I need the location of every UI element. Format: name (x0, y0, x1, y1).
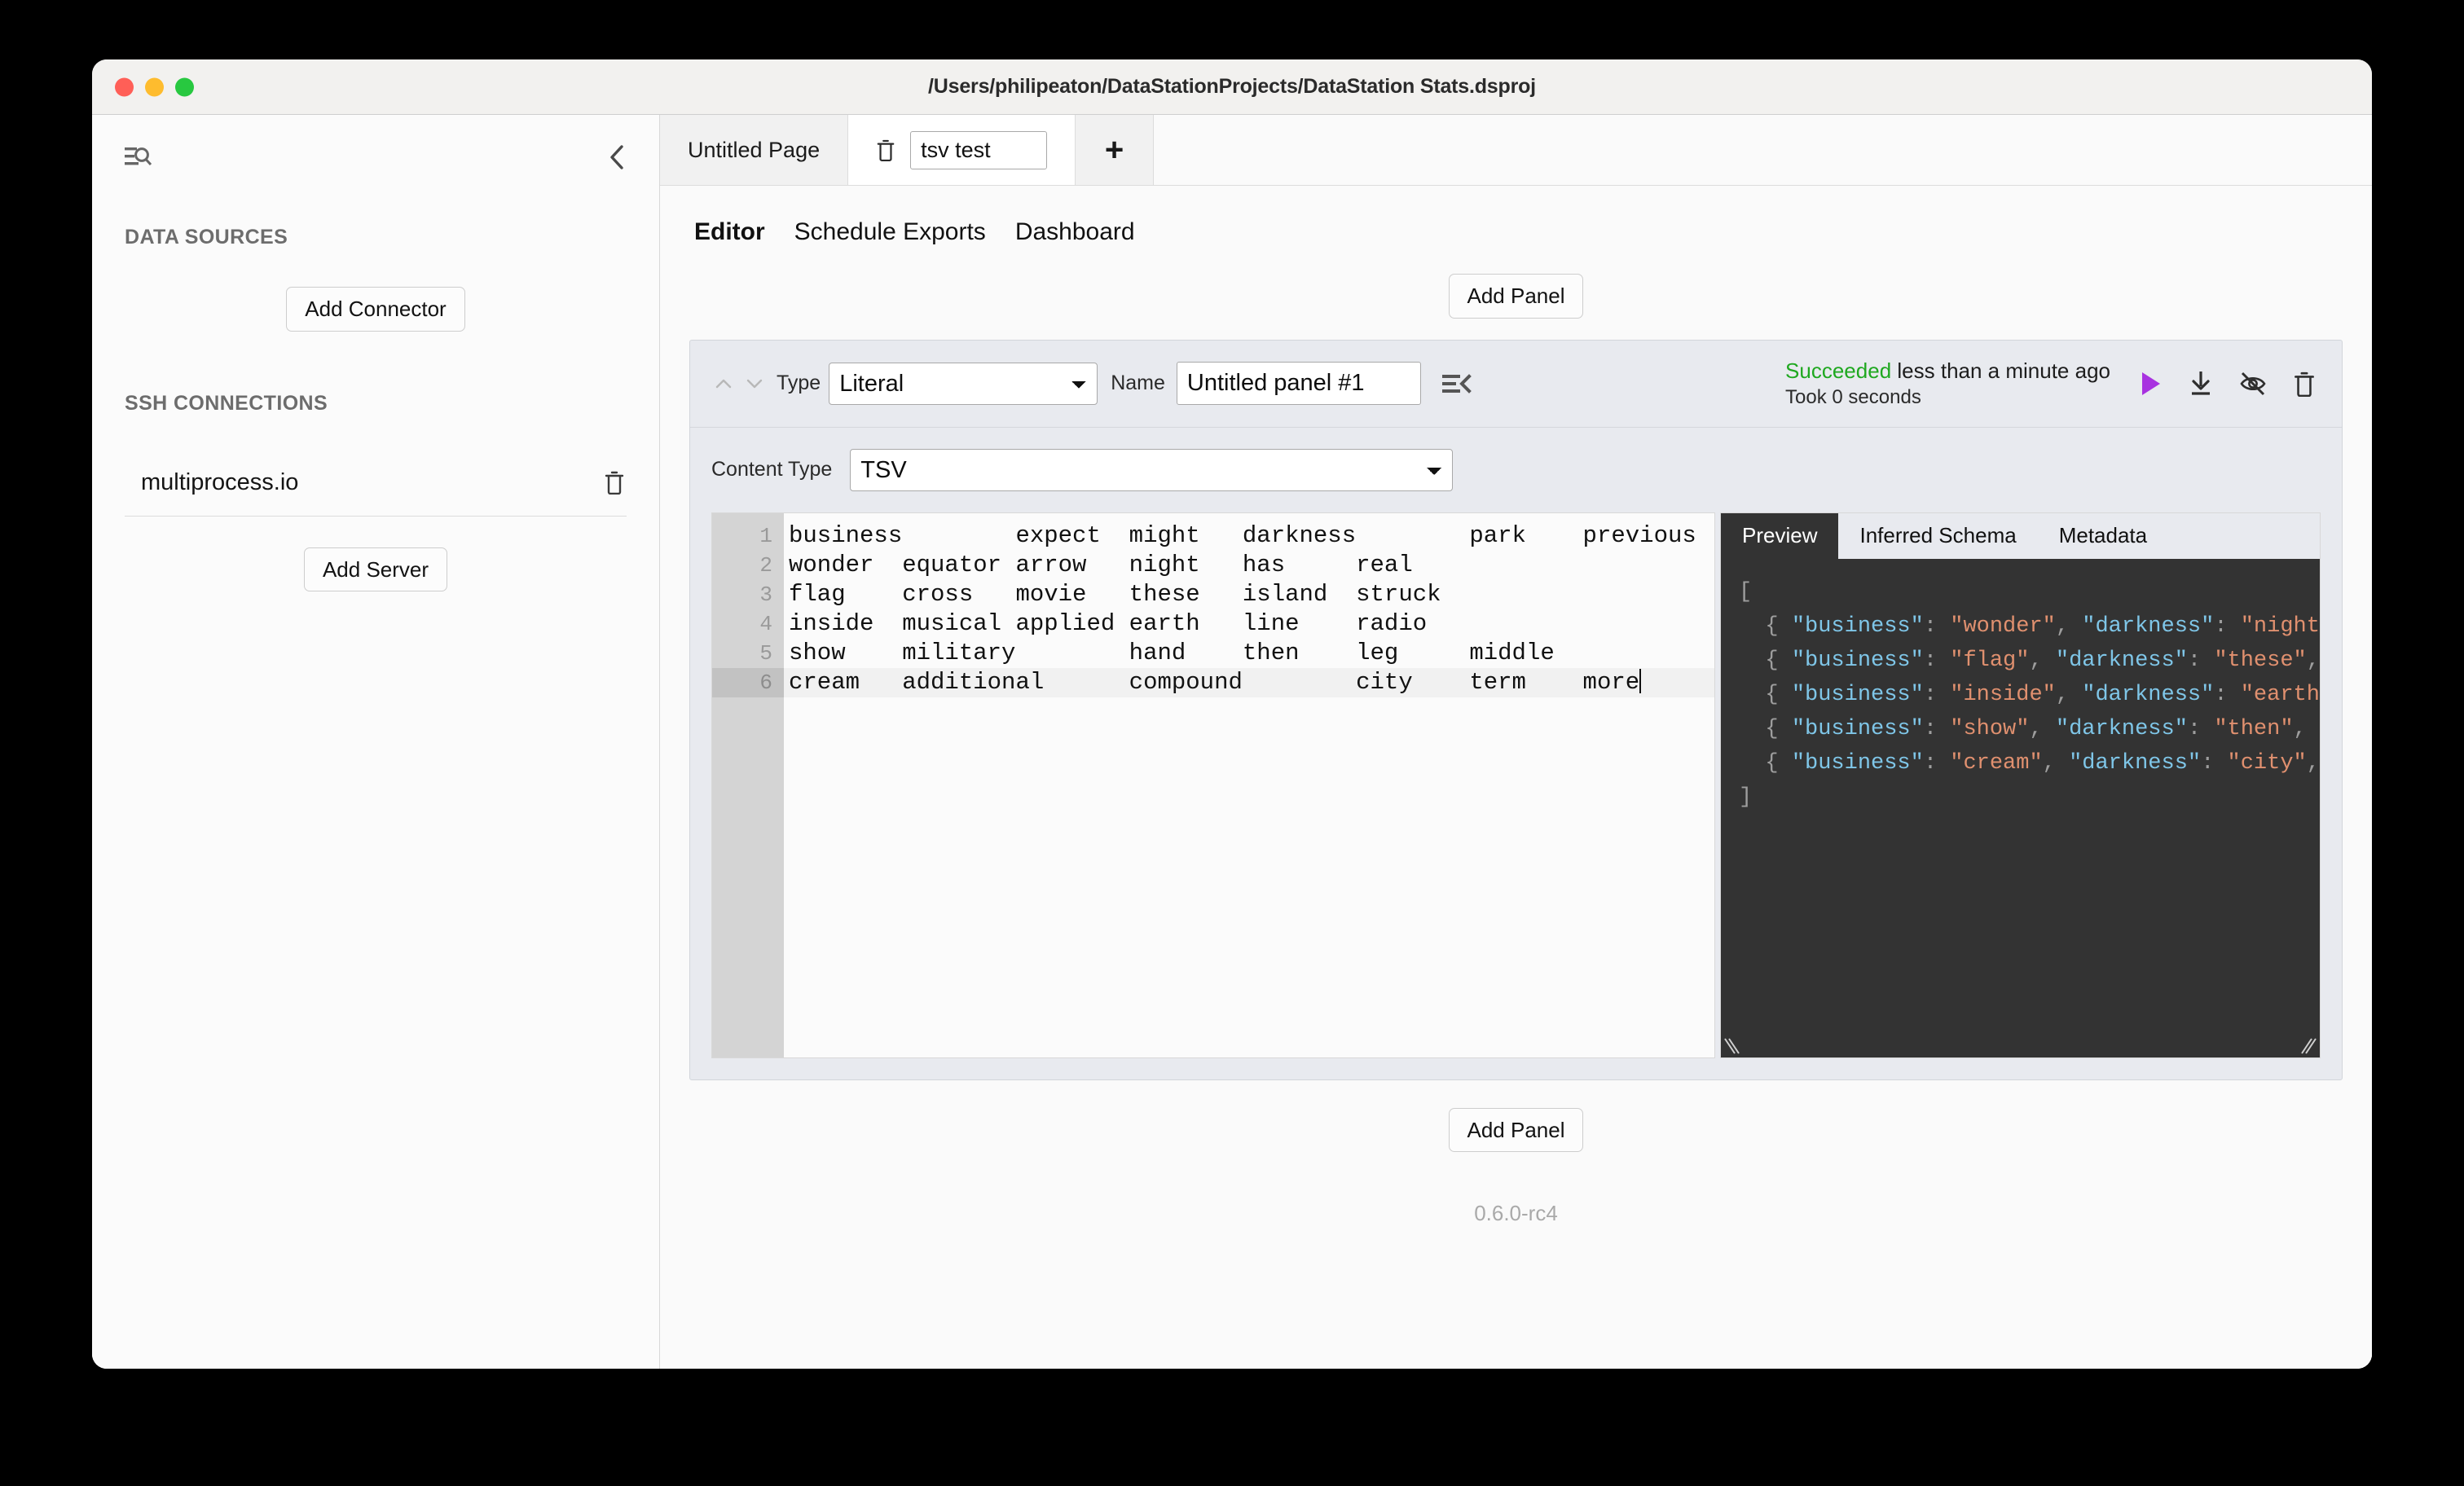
panel-status-when: less than a minute ago (1891, 358, 2110, 383)
eye-off-icon[interactable] (2239, 371, 2267, 397)
preview-line: ] (1739, 785, 1753, 810)
chevron-left-icon[interactable] (607, 143, 627, 171)
view-tabs: Editor Schedule Exports Dashboard (689, 186, 2343, 246)
editor-line[interactable]: show military hand then leg middle (784, 639, 1714, 668)
panel-status-line: Succeeded less than a minute ago (1785, 358, 2110, 384)
panel-header: Type Literal Name Untitled panel #1 Succ… (690, 341, 2342, 428)
text-caret (1639, 668, 1642, 693)
maximize-window-button[interactable] (175, 77, 194, 96)
preview-line: { "business": "cream", "darkness": "city… (1739, 750, 2320, 776)
editor-line-number: 5 (759, 640, 772, 666)
page-tab-label: Untitled Page (688, 137, 821, 162)
minimize-window-button[interactable] (145, 77, 164, 96)
panel-name-input[interactable] (1176, 362, 1421, 406)
preview-pane: Preview Inferred Schema Metadata [ { "bu… (1720, 512, 2321, 1058)
editor-line[interactable]: cream additional compound city term more (784, 667, 1714, 697)
collapse-panel-icon[interactable] (1441, 372, 1473, 396)
panel-type-label: Type (777, 372, 821, 395)
download-icon[interactable] (2189, 370, 2213, 398)
tab-preview[interactable]: Preview (1721, 512, 1839, 559)
code-editor[interactable]: 1 2 3 4 56 business expect might darkness pa… (711, 512, 1715, 1058)
add-panel-top-row: Add Panel (689, 274, 2343, 319)
preview-line: { "business": "show", "darkness": "then"… (1739, 716, 2307, 741)
window-controls (115, 77, 194, 96)
add-page-button[interactable]: + (1076, 115, 1155, 185)
add-connector-button[interactable]: Add Connector (286, 287, 465, 332)
play-icon[interactable] (2138, 370, 2163, 398)
ssh-connection-list: multiprocess.io (125, 461, 627, 517)
title-bar: /Users/philipeaton/DataStationProjects/D… (92, 59, 2372, 115)
chevron-up-icon[interactable] (711, 372, 736, 396)
status-badge: Succeeded (1785, 358, 1892, 383)
trash-icon[interactable] (876, 138, 895, 161)
panel: Type Literal Name Untitled panel #1 Succ… (689, 339, 2343, 1080)
panel-type-select[interactable]: Literal (829, 362, 1098, 405)
resize-handle-left[interactable] (1723, 1037, 1741, 1055)
resize-handle-right[interactable] (2299, 1037, 2317, 1055)
add-panel-bottom-button[interactable]: Add Panel (1448, 1107, 1584, 1153)
preview-line: [ (1739, 579, 1753, 605)
editor-line[interactable]: business expect might darkness park prev… (784, 521, 1714, 551)
content-type-select[interactable]: TSV (850, 448, 1454, 491)
page-tab-untitled-page[interactable]: Untitled Page (660, 115, 849, 185)
preview-line: { "business": "wonder", "darkness": "nig… (1739, 613, 2320, 639)
panel-name-label: Name (1111, 372, 1165, 395)
editor-line-number: 4 (759, 611, 772, 636)
close-window-button[interactable] (115, 77, 134, 96)
search-list-icon[interactable] (125, 145, 152, 169)
editor-line[interactable]: flag cross movie these island struck (784, 580, 1714, 609)
content-type-label: Content Type (711, 458, 833, 481)
panel-reorder-controls (711, 372, 767, 396)
editor-line-number: 1 (759, 523, 772, 548)
editor-line[interactable]: inside musical applied earth line radio (784, 609, 1714, 639)
sidebar-section-data-sources-heading: DATA SOURCES (125, 226, 288, 248)
main-area: Untitled Page + Editor Schedule Expor (660, 115, 2372, 1369)
panel-main: 1 2 3 4 56 business expect might darkness pa… (690, 512, 2342, 1079)
add-server-row: Add Server (125, 547, 627, 592)
preview-tab-strip: Preview Inferred Schema Metadata (1721, 512, 2320, 559)
content-type-row: Content Type TSV (690, 428, 2342, 512)
tab-metadata[interactable]: Metadata (2038, 513, 2168, 559)
editor-line-number: 2 (759, 552, 772, 578)
page-tab-strip: Untitled Page + (660, 115, 2372, 186)
sidebar: DATA SOURCES Add Connector SSH CONNECTIO… (92, 115, 660, 1369)
editor-line-number: 3 (759, 582, 772, 607)
app-body: DATA SOURCES Add Connector SSH CONNECTIO… (92, 115, 2372, 1369)
panel-status: Succeeded less than a minute ago Took 0 … (1785, 358, 2110, 409)
page-name-input[interactable] (910, 130, 1048, 169)
editor-gutter: 1 2 3 4 56 (712, 512, 784, 1057)
page-tab-tsv-test[interactable] (848, 115, 1076, 185)
ssh-connection-name: multiprocess.io (141, 468, 299, 495)
add-server-button[interactable]: Add Server (303, 547, 448, 592)
app-window: /Users/philipeaton/DataStationProjects/D… (92, 59, 2372, 1369)
preview-line: { "business": "flag", "darkness": "these… (1739, 648, 2320, 673)
window-title: /Users/philipeaton/DataStationProjects/D… (928, 75, 1536, 98)
content-scroll: Editor Schedule Exports Dashboard Add Pa… (660, 186, 2372, 1369)
sidebar-header (125, 115, 627, 188)
trash-icon[interactable] (604, 470, 625, 495)
add-panel-top-button[interactable]: Add Panel (1448, 274, 1584, 319)
panel-status-duration: Took 0 seconds (1785, 385, 1921, 408)
sidebar-section-ssh-connections-heading: SSH CONNECTIONS (125, 391, 328, 415)
preview-json-output: [ { "business": "wonder", "darkness": "n… (1721, 559, 2320, 1057)
list-item[interactable]: multiprocess.io (125, 461, 627, 517)
tab-inferred-schema[interactable]: Inferred Schema (1838, 513, 2037, 559)
trash-icon[interactable] (2293, 371, 2316, 397)
chevron-down-icon[interactable] (742, 372, 767, 396)
editor-code[interactable]: business expect might darkness park prev… (784, 513, 1714, 1057)
app-version: 0.6.0-rc4 (1474, 1201, 1558, 1226)
preview-line: { "business": "inside", "darkness": "ear… (1739, 682, 2320, 707)
tab-strip-filler (1154, 115, 2372, 185)
add-panel-bottom-row: Add Panel (689, 1107, 2343, 1153)
editor-line[interactable]: wonder equator arrow night has real (784, 551, 1714, 580)
tab-dashboard[interactable]: Dashboard (1015, 218, 1135, 246)
tab-schedule-exports[interactable]: Schedule Exports (794, 218, 986, 246)
add-connector-row: Add Connector (125, 287, 627, 332)
tab-editor[interactable]: Editor (694, 218, 765, 246)
panel-actions (2138, 370, 2321, 398)
editor-line-number: 6 (712, 667, 784, 697)
